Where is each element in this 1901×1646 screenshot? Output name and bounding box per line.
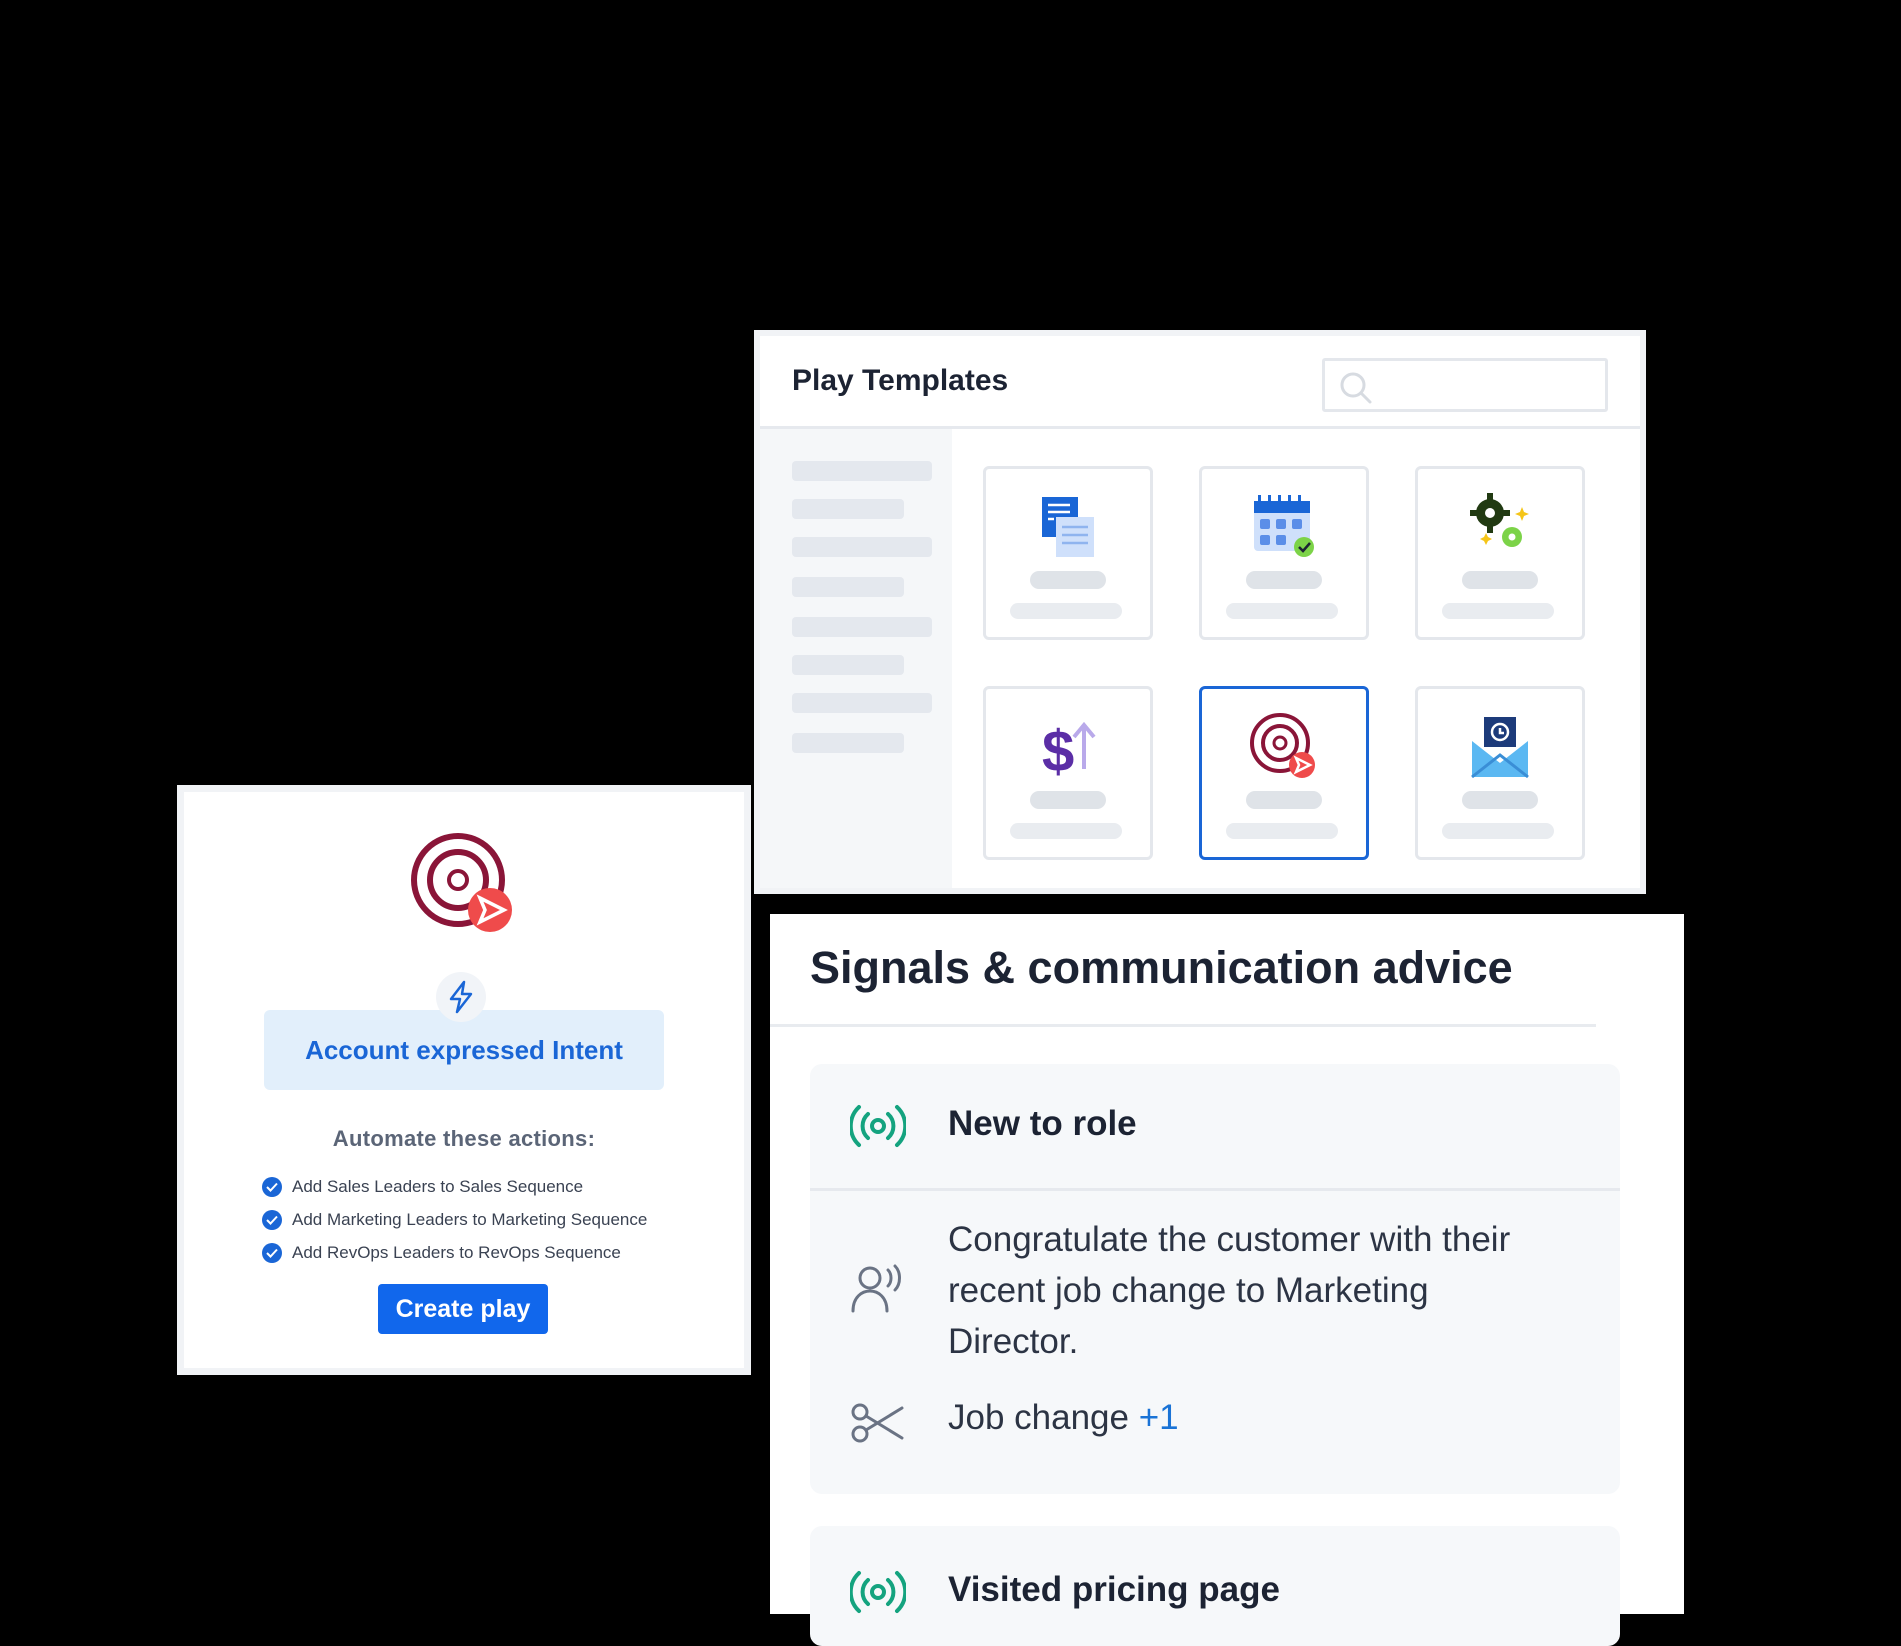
check-icon: [262, 1209, 282, 1230]
template-name-placeholder: [1030, 571, 1106, 589]
template-card[interactable]: [1415, 686, 1585, 860]
search-icon: [1340, 372, 1372, 404]
tag-extra-count[interactable]: +1: [1139, 1398, 1179, 1437]
template-name-placeholder: [1462, 791, 1538, 809]
template-desc-placeholder: [1226, 823, 1338, 839]
tag-row: Job change +1: [948, 1398, 1179, 1438]
template-desc-placeholder: [1442, 603, 1554, 619]
lightning-icon: [449, 980, 473, 1014]
broadcast-icon: [850, 1105, 906, 1147]
play-templates-header: Play Templates: [760, 336, 1640, 429]
signals-panel: Signals & communication advice New to ro…: [770, 914, 1684, 1646]
calendar-check-icon: [1254, 495, 1314, 557]
sidebar-placeholder: [792, 461, 932, 481]
check-icon: [262, 1242, 282, 1263]
template-card[interactable]: $: [983, 686, 1153, 860]
divider: [770, 1024, 1596, 1027]
signal-header: New to role: [810, 1064, 1620, 1191]
actions-heading: Automate these actions:: [332, 1126, 596, 1151]
svg-text:$: $: [1042, 719, 1074, 783]
template-desc-placeholder: [1226, 603, 1338, 619]
trigger-label: Account expressed Intent: [264, 1010, 664, 1090]
template-card-selected[interactable]: [1199, 686, 1369, 860]
list-item: Add Marketing Leaders to Marketing Seque…: [262, 1203, 647, 1236]
advice-text: Congratulate the customer with their rec…: [948, 1220, 1511, 1361]
signal-card[interactable]: New to role Congratulate the customer wi…: [810, 1064, 1620, 1494]
template-card[interactable]: [1415, 466, 1585, 640]
play-templates-panel: Play Templates $: [760, 336, 1640, 888]
template-desc-placeholder: [1010, 603, 1122, 619]
target-send-icon: [1250, 713, 1315, 778]
signals-title: Signals & communication advice: [810, 942, 1513, 993]
template-sidebar: [760, 429, 952, 888]
signal-label: New to role: [948, 1104, 1137, 1143]
gears-sparkle-icon: [1470, 493, 1529, 547]
template-name-placeholder: [1030, 791, 1106, 809]
template-name-placeholder: [1462, 571, 1538, 589]
action-text: Add RevOps Leaders to RevOps Sequence: [292, 1242, 621, 1262]
dollar-growth-icon: $: [1042, 719, 1096, 783]
sidebar-placeholder: [792, 499, 904, 519]
sidebar-placeholder: [792, 655, 904, 675]
sidebar-placeholder: [792, 617, 932, 637]
sidebar-placeholder: [792, 733, 904, 753]
document-list-icon: [1042, 497, 1094, 557]
template-desc-placeholder: [1010, 823, 1122, 839]
bolt-badge: [436, 972, 486, 1022]
check-icon: [262, 1176, 282, 1197]
scissors-icon: [851, 1403, 904, 1443]
action-list: Add Sales Leaders to Sales Sequence Add …: [262, 1170, 647, 1269]
template-card[interactable]: [1199, 466, 1369, 640]
target-send-icon: [411, 833, 512, 932]
tag-label: Job change: [948, 1398, 1129, 1437]
action-text: Add Marketing Leaders to Marketing Seque…: [292, 1209, 648, 1229]
template-name-placeholder: [1246, 791, 1322, 809]
sidebar-placeholder: [792, 537, 932, 557]
list-item: Add RevOps Leaders to RevOps Sequence: [262, 1236, 647, 1269]
play-templates-title: Play Templates: [792, 364, 1009, 397]
envelope-refresh-icon: [1471, 717, 1529, 779]
sidebar-placeholder: [792, 577, 904, 597]
list-item: Add Sales Leaders to Sales Sequence: [262, 1170, 647, 1203]
template-card[interactable]: [983, 466, 1153, 640]
speaking-person-icon: [851, 1264, 901, 1313]
sidebar-placeholder: [792, 693, 932, 713]
search-input[interactable]: [1322, 358, 1608, 412]
action-text: Add Sales Leaders to Sales Sequence: [292, 1176, 584, 1196]
signal-label: Visited pricing page: [948, 1570, 1280, 1609]
signal-card[interactable]: Visited pricing page: [810, 1526, 1620, 1646]
create-play-button[interactable]: Create play: [378, 1284, 548, 1334]
template-name-placeholder: [1246, 571, 1322, 589]
play-card: Account expressed Intent Automate these …: [184, 792, 744, 1368]
template-desc-placeholder: [1442, 823, 1554, 839]
broadcast-icon: [850, 1571, 906, 1613]
